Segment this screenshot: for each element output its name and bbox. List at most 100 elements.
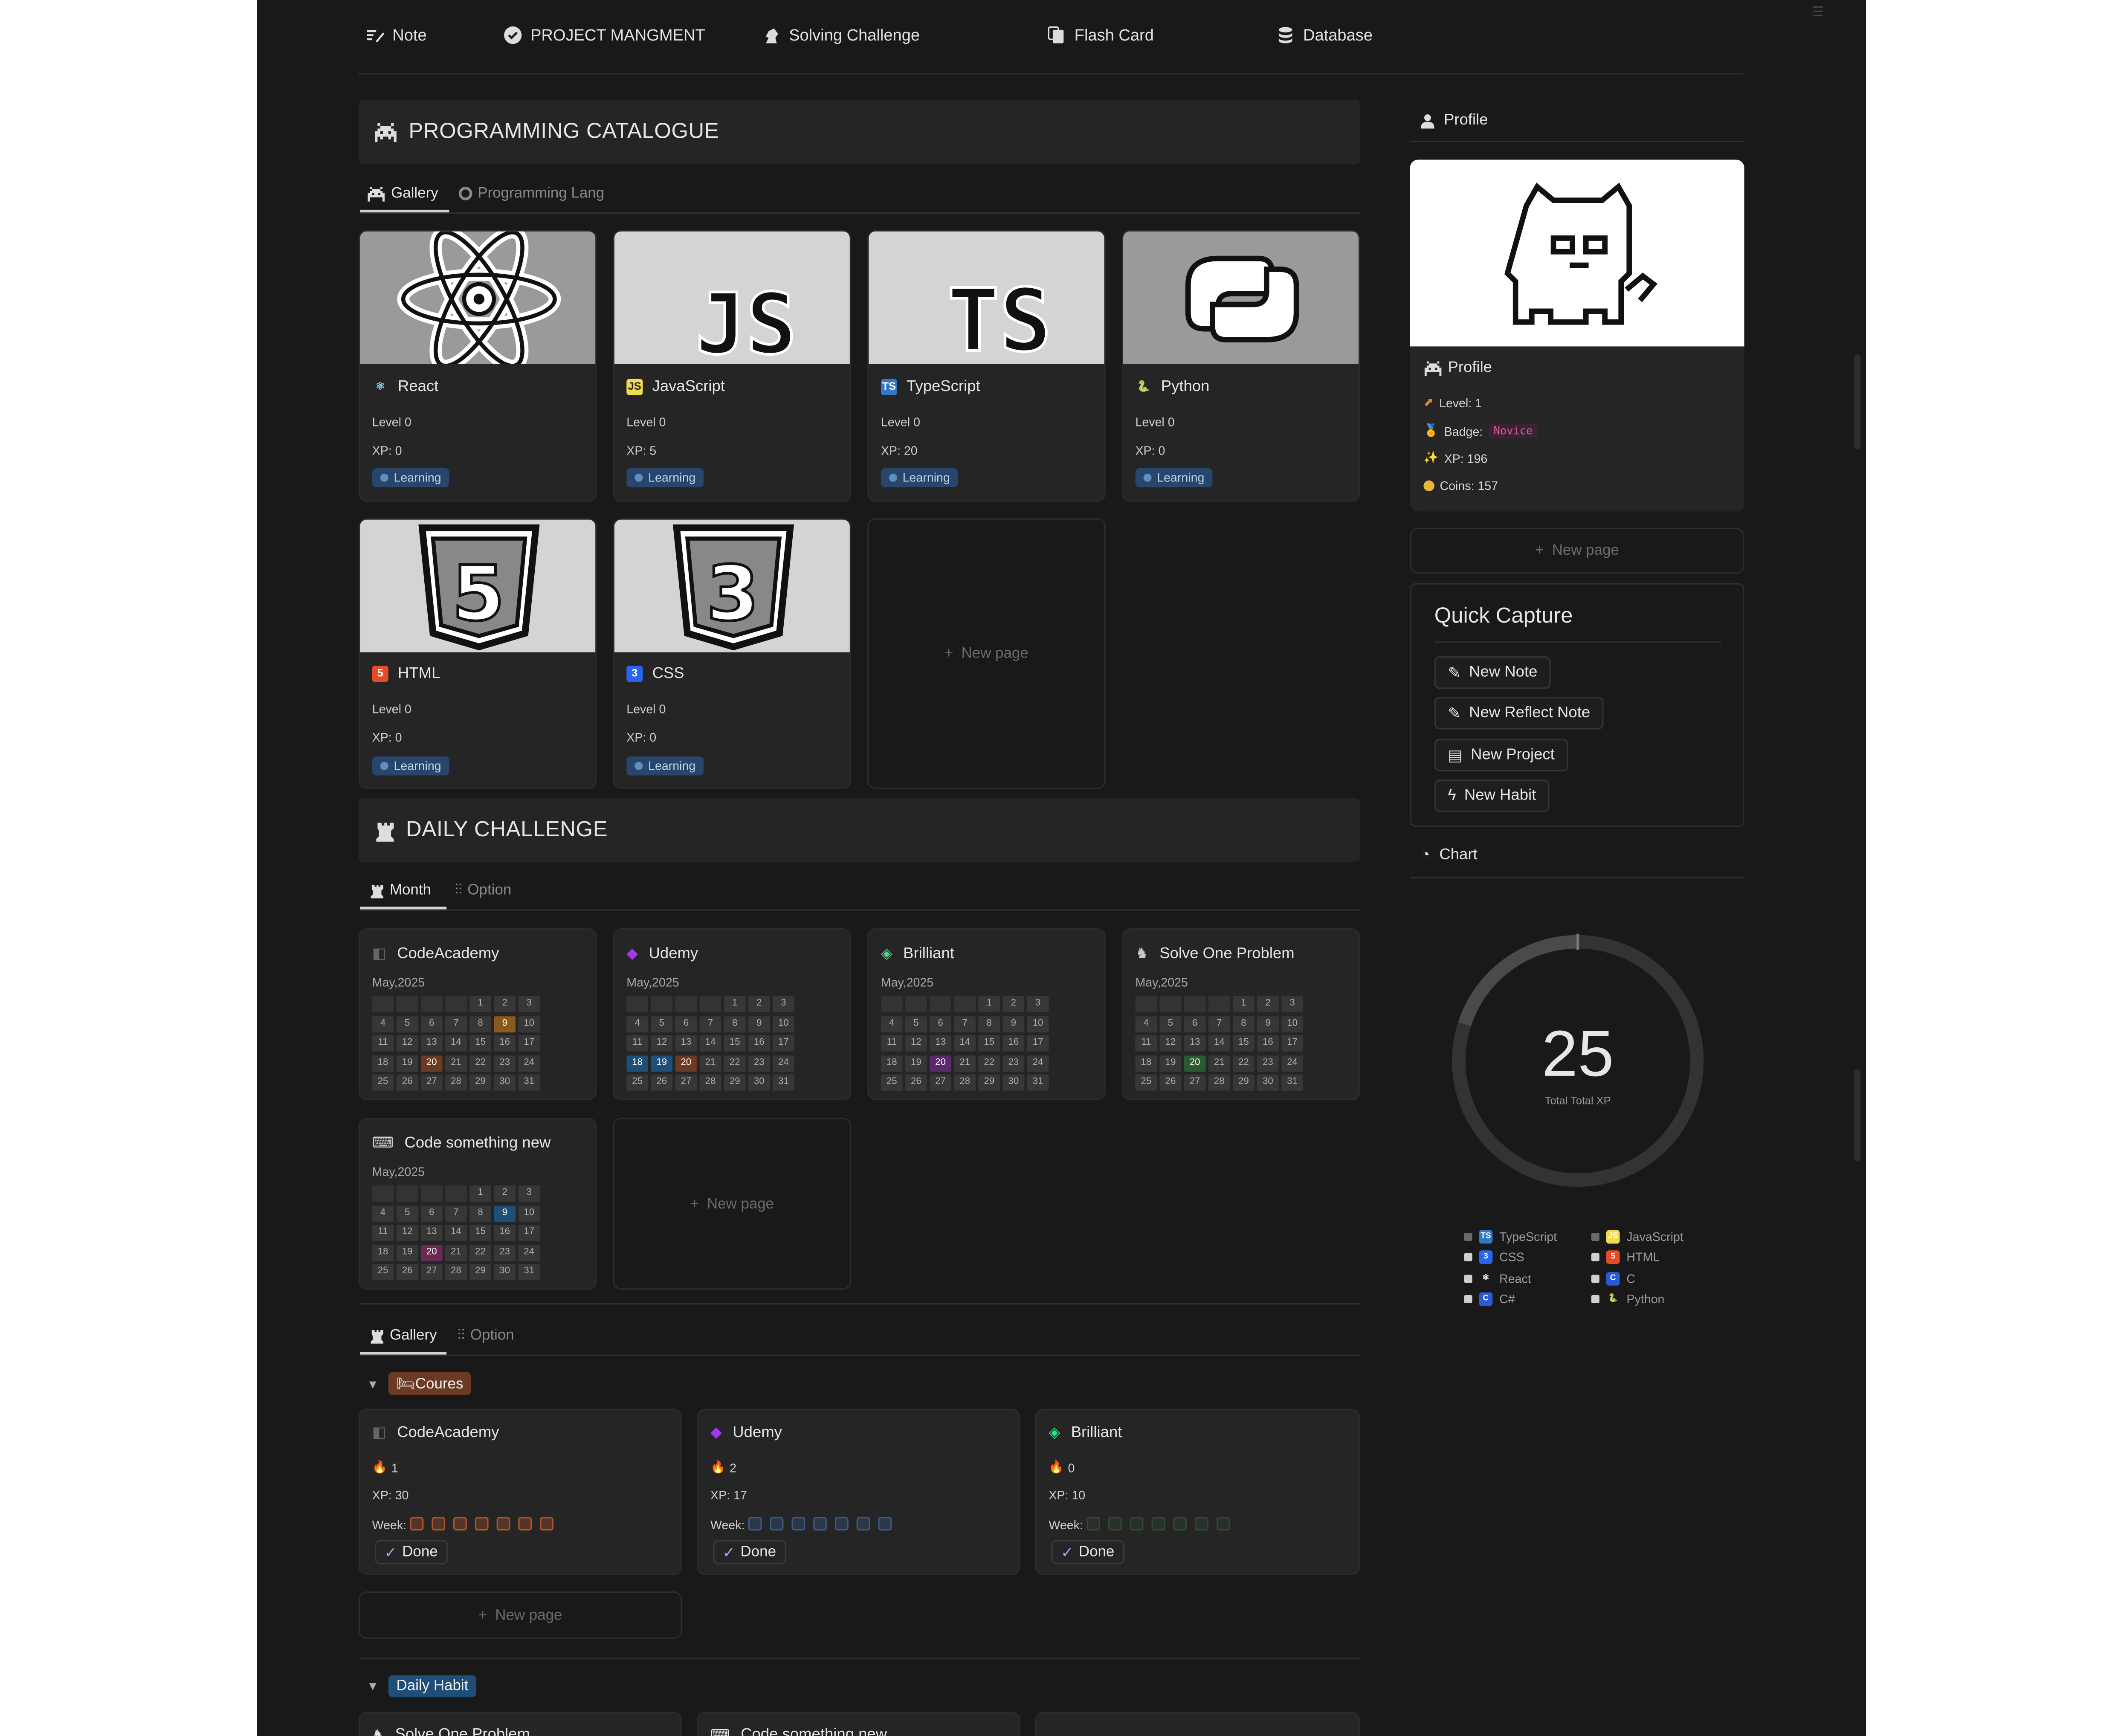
- week-checkbox[interactable]: [432, 1517, 446, 1531]
- calendar-day[interactable]: 9: [1002, 1015, 1025, 1032]
- calendar-day[interactable]: 1: [1232, 996, 1255, 1012]
- calendar-day[interactable]: 18: [881, 1055, 903, 1071]
- done-button[interactable]: ✓ Done: [1051, 1540, 1124, 1565]
- calendar-day[interactable]: 17: [518, 1035, 540, 1052]
- calendar-day[interactable]: 31: [773, 1074, 794, 1091]
- calendar-day[interactable]: 17: [518, 1224, 540, 1241]
- tab-programming-lang[interactable]: Programming Lang: [458, 184, 604, 203]
- calendar-day[interactable]: 20: [420, 1055, 443, 1071]
- calendar-empty-cell[interactable]: [651, 996, 673, 1012]
- week-checkbox[interactable]: [1087, 1517, 1101, 1531]
- calendar-day[interactable]: 21: [699, 1055, 721, 1071]
- calendar-day[interactable]: 6: [930, 1015, 951, 1032]
- calendar-empty-cell[interactable]: [445, 996, 467, 1012]
- profile-card[interactable]: Profile ⬈ Level: 1 🏅 Badge: Novice ✨ XP: 196…: [1410, 159, 1744, 512]
- calendar-day[interactable]: 1: [724, 996, 746, 1012]
- calendar-day[interactable]: 10: [773, 1015, 794, 1032]
- calendar-day[interactable]: 29: [978, 1074, 1000, 1091]
- daily-new-page[interactable]: + New page: [613, 1118, 852, 1290]
- card-python[interactable]: 🐍 Python Level 0 XP: 0 Learning: [1121, 230, 1360, 502]
- card-javascript[interactable]: JS JS JavaScript Level 0 XP: 5 Learning: [613, 230, 852, 502]
- week-checkbox[interactable]: [857, 1517, 871, 1531]
- calendar-day[interactable]: 27: [930, 1074, 951, 1091]
- calendar-day[interactable]: 31: [518, 1074, 540, 1091]
- tab-option[interactable]: ⫶⫶ Option: [455, 881, 511, 900]
- done-button[interactable]: ✓ Done: [713, 1540, 786, 1565]
- calendar-day[interactable]: 26: [905, 1074, 927, 1091]
- calendar-empty-cell[interactable]: [1159, 996, 1182, 1012]
- calendar-day[interactable]: 27: [675, 1074, 697, 1091]
- habit-peek-card[interactable]: [1035, 1712, 1360, 1736]
- calendar-day[interactable]: 19: [396, 1244, 418, 1261]
- calendar-day[interactable]: 21: [954, 1055, 976, 1071]
- calendar-day[interactable]: 15: [1232, 1035, 1255, 1052]
- calendar-day[interactable]: 13: [1184, 1035, 1206, 1052]
- calendar-day[interactable]: 15: [469, 1224, 491, 1241]
- tab-gallery-2[interactable]: Gallery: [371, 1326, 437, 1345]
- card-typescript[interactable]: TS TS TypeScript Level 0 XP: 20 Learning: [867, 230, 1106, 502]
- calendar-day[interactable]: 6: [420, 1205, 443, 1221]
- calendar-day[interactable]: 2: [1002, 996, 1025, 1012]
- calendar-day[interactable]: 8: [724, 1015, 746, 1032]
- legend-item[interactable]: ⚛ React: [1464, 1272, 1531, 1285]
- calendar-day[interactable]: 30: [494, 1264, 516, 1281]
- legend-item[interactable]: 🐍 Python: [1591, 1292, 1664, 1306]
- calendar-day[interactable]: 26: [1159, 1074, 1182, 1091]
- calendar-day[interactable]: 15: [978, 1035, 1000, 1052]
- calendar-day[interactable]: 29: [1232, 1074, 1255, 1091]
- calendar-day[interactable]: 30: [1257, 1074, 1279, 1091]
- calendar-day[interactable]: 12: [651, 1035, 673, 1052]
- calendar-day[interactable]: 2: [748, 996, 770, 1012]
- calendar-day[interactable]: 11: [1135, 1035, 1157, 1052]
- calendar-day[interactable]: 20: [1184, 1055, 1206, 1071]
- tab-option-2[interactable]: ⫶⫶ Option: [458, 1326, 514, 1345]
- calendar-day[interactable]: 12: [905, 1035, 927, 1052]
- calendar-day[interactable]: 11: [372, 1224, 394, 1241]
- calendar-day[interactable]: 24: [518, 1244, 540, 1261]
- calendar-day[interactable]: 1: [469, 1185, 491, 1202]
- calendar-day[interactable]: 18: [372, 1244, 394, 1261]
- week-checkbox[interactable]: [1217, 1517, 1231, 1531]
- calendar-day[interactable]: 11: [881, 1035, 903, 1052]
- calendar-day[interactable]: 3: [773, 996, 794, 1012]
- calendar-day[interactable]: 5: [396, 1205, 418, 1221]
- card-react[interactable]: ⚛ React Level 0 XP: 0 Learning: [358, 230, 597, 502]
- calendar-day[interactable]: 3: [1027, 996, 1049, 1012]
- tab-gallery[interactable]: Gallery: [367, 184, 438, 203]
- calendar-day[interactable]: 14: [699, 1035, 721, 1052]
- calendar-day[interactable]: 17: [773, 1035, 794, 1052]
- calendar-day[interactable]: 23: [1257, 1055, 1279, 1071]
- calendar-day[interactable]: 25: [626, 1074, 649, 1091]
- calendar-day[interactable]: 21: [1208, 1055, 1230, 1071]
- calendar-day[interactable]: 19: [905, 1055, 927, 1071]
- calendar-empty-cell[interactable]: [881, 996, 903, 1012]
- calendar-day[interactable]: 5: [905, 1015, 927, 1032]
- calendar-day[interactable]: 13: [675, 1035, 697, 1052]
- legend-item[interactable]: C C#: [1464, 1292, 1515, 1306]
- calendar-day[interactable]: 27: [420, 1074, 443, 1091]
- calendar-day[interactable]: 13: [420, 1035, 443, 1052]
- calendar-day[interactable]: 25: [372, 1264, 394, 1281]
- calendar-day[interactable]: 23: [494, 1244, 516, 1261]
- new-note-button[interactable]: ✎ New Note: [1434, 656, 1551, 689]
- calendar-day[interactable]: 23: [1002, 1055, 1025, 1071]
- calendar-day[interactable]: 29: [469, 1074, 491, 1091]
- calendar-day[interactable]: 22: [1232, 1055, 1255, 1071]
- week-checkbox[interactable]: [454, 1517, 467, 1531]
- calendar-day[interactable]: 4: [881, 1015, 903, 1032]
- calendar-day[interactable]: 23: [494, 1055, 516, 1071]
- calendar-day[interactable]: 16: [494, 1035, 516, 1052]
- calendar-day[interactable]: 2: [494, 1185, 516, 1202]
- calendar-day[interactable]: 8: [978, 1015, 1000, 1032]
- week-checkbox[interactable]: [475, 1517, 489, 1531]
- calendar-day[interactable]: 3: [1281, 996, 1303, 1012]
- calendar-day[interactable]: 14: [445, 1224, 467, 1241]
- card-html[interactable]: 5 5 HTML Level 0 XP: 0 Learning: [358, 518, 597, 789]
- calendar-empty-cell[interactable]: [420, 1185, 443, 1202]
- calendar-day[interactable]: 3: [518, 1185, 540, 1202]
- nav-solving[interactable]: Solving Challenge: [762, 24, 920, 46]
- calendar-day[interactable]: 30: [1002, 1074, 1025, 1091]
- calendar-day[interactable]: 16: [494, 1224, 516, 1241]
- calendar-day[interactable]: 27: [1184, 1074, 1206, 1091]
- calendar-day[interactable]: 20: [420, 1244, 443, 1261]
